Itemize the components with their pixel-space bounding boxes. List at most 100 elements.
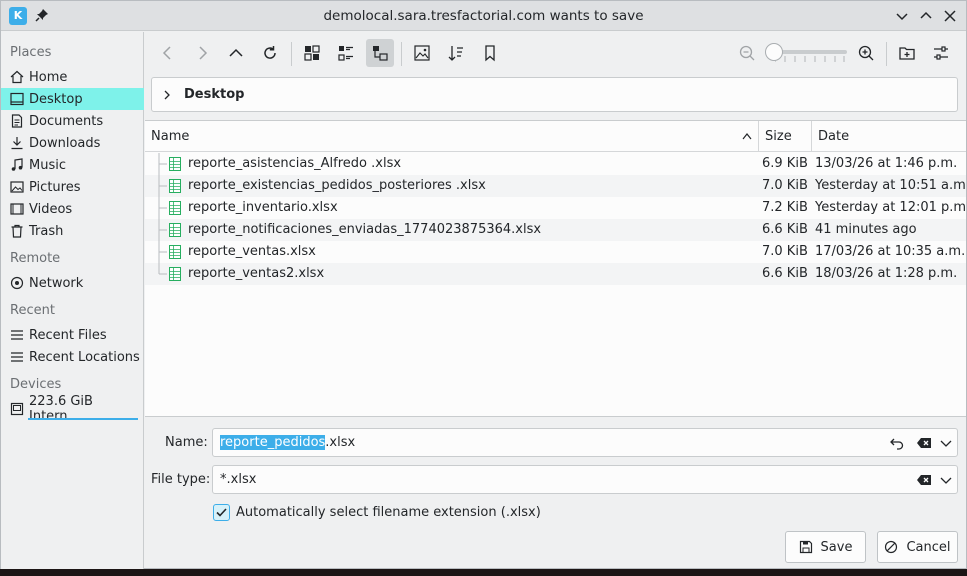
sidebar-item-label: Trash	[29, 223, 64, 239]
bookmark-icon	[485, 45, 495, 62]
file-size: 6.9 KiB	[762, 156, 808, 171]
file-date: 18/03/26 at 1:28 p.m.	[815, 266, 958, 281]
file-name: reporte_existencias_pedidos_posteriores …	[188, 178, 486, 193]
network-icon	[10, 276, 24, 290]
table-row[interactable]: reporte_asistencias_Alfredo .xlsx 6.9 KiB…	[145, 153, 966, 175]
minimize-icon[interactable]	[893, 7, 911, 25]
tree-line	[158, 197, 167, 219]
clear-text-icon[interactable]	[916, 435, 932, 451]
file-name: reporte_inventario.xlsx	[188, 200, 338, 215]
column-header-name[interactable]: Name	[151, 129, 189, 144]
filename-value[interactable]: reporte_pedidos.xlsx	[220, 435, 355, 450]
file-size: 6.6 KiB	[762, 222, 808, 237]
chevron-right-icon[interactable]	[162, 90, 172, 100]
forward-button[interactable]	[188, 39, 216, 67]
file-type-label: File type:	[151, 472, 211, 487]
maximize-icon[interactable]	[917, 7, 935, 25]
compact-view-button[interactable]	[332, 39, 360, 67]
sidebar-item-documents[interactable]: Documents	[1, 110, 144, 132]
toolbar-separator	[401, 42, 402, 66]
sidebar-section-recent: Recent	[10, 303, 55, 318]
file-name: reporte_asistencias_Alfredo .xlsx	[188, 156, 402, 171]
table-row[interactable]: reporte_existencias_pedidos_posteriores …	[145, 175, 967, 197]
icons-view-button[interactable]	[298, 39, 326, 67]
new-folder-button[interactable]	[893, 39, 921, 67]
table-row[interactable]: reporte_inventario.xlsx 7.2 KiB Yesterday …	[145, 197, 967, 219]
column-separator[interactable]	[811, 121, 812, 152]
back-button[interactable]	[154, 39, 182, 67]
file-size: 7.0 KiB	[762, 178, 808, 193]
zoom-slider-ticks	[775, 56, 845, 62]
tree-view-button[interactable]	[366, 39, 394, 67]
breadcrumb-current[interactable]: Desktop	[184, 87, 244, 102]
sidebar-item-label: Documents	[29, 113, 104, 129]
tree-line	[158, 175, 167, 197]
zoom-slider-handle[interactable]	[765, 43, 783, 61]
tree-view-icon	[373, 46, 388, 61]
settings-sliders-icon	[934, 46, 948, 60]
auto-extension-checkbox[interactable]	[213, 504, 230, 521]
zoom-in-button[interactable]	[852, 39, 880, 67]
save-dialog: K demolocal.sara.tresfactorial.com wants…	[0, 0, 967, 569]
filename-input[interactable]: reporte_pedidos.xlsx	[212, 428, 958, 457]
sidebar-item-pictures[interactable]: Pictures	[1, 176, 144, 198]
document-icon	[11, 114, 23, 128]
compact-view-icon	[338, 46, 353, 61]
cancel-button[interactable]: Cancel	[877, 531, 958, 563]
undo-icon[interactable]	[889, 435, 905, 451]
table-row[interactable]: reporte_ventas.xlsx 7.0 KiB 17/03/26 at 10…	[145, 241, 966, 263]
sort-ascending-icon	[742, 133, 752, 140]
sidebar-item-music[interactable]: Music	[1, 154, 144, 176]
parent-folder-button[interactable]	[222, 39, 250, 67]
location-breadcrumb[interactable]: Desktop	[151, 77, 958, 112]
auto-extension-label[interactable]: Automatically select filename extension …	[236, 505, 541, 520]
close-icon[interactable]	[941, 7, 959, 25]
tree-line	[158, 219, 167, 241]
filename-selected-text: reporte_pedidos	[220, 435, 326, 450]
sidebar-item-home[interactable]: Home	[1, 66, 144, 88]
sidebar-item-desktop[interactable]: Desktop	[1, 88, 144, 110]
sort-button[interactable]	[442, 39, 470, 67]
sidebar-section-places: Places	[10, 45, 52, 60]
save-icon	[799, 540, 812, 554]
download-icon	[11, 137, 23, 150]
bookmark-button[interactable]	[476, 39, 504, 67]
reload-button[interactable]	[256, 39, 284, 67]
sidebar-item-recent-files[interactable]: Recent Files	[1, 324, 144, 346]
file-type-select[interactable]: *.xlsx	[212, 465, 958, 494]
sidebar-item-recent-locations[interactable]: Recent Locations	[1, 346, 144, 368]
sidebar-section-remote: Remote	[10, 251, 61, 266]
file-list: Name Size Date reporte_asistencias_Alfre…	[145, 120, 967, 417]
zoom-out-button[interactable]	[733, 39, 761, 67]
arrow-up-icon	[229, 48, 243, 57]
sidebar-item-downloads[interactable]: Downloads	[1, 132, 144, 154]
sidebar-item-label: Pictures	[29, 179, 81, 195]
home-icon	[10, 70, 24, 84]
file-date: 13/03/26 at 1:46 p.m.	[815, 156, 958, 171]
chevron-down-icon[interactable]	[938, 435, 954, 451]
file-type-value: *.xlsx	[220, 472, 257, 487]
grid-view-icon	[304, 45, 320, 61]
window-title: demolocal.sara.tresfactorial.com wants t…	[323, 8, 644, 24]
preview-button[interactable]	[408, 39, 436, 67]
sidebar-item-label: Network	[29, 275, 84, 291]
sidebar-item-network[interactable]: Network	[1, 272, 144, 294]
desktop-background	[0, 569, 967, 576]
chevron-down-icon[interactable]	[938, 472, 954, 488]
sidebar-item-internal-drive[interactable]: 223.6 GiB Intern...	[1, 394, 144, 424]
reload-icon	[264, 46, 276, 59]
column-header-size[interactable]: Size	[765, 129, 792, 144]
options-button[interactable]	[927, 39, 955, 67]
table-row[interactable]: reporte_notificaciones_enviadas_17740238…	[145, 219, 966, 241]
sidebar-item-videos[interactable]: Videos	[1, 198, 144, 220]
table-row[interactable]: reporte_ventas2.xlsx 6.6 KiB 18/03/26 at 1…	[145, 263, 966, 285]
save-button[interactable]: Save	[785, 531, 866, 563]
sidebar-item-trash[interactable]: Trash	[1, 220, 144, 242]
column-separator[interactable]	[758, 121, 759, 152]
main-area: Desktop Name Size Date reporte_asistenci…	[145, 32, 967, 569]
tree-line	[158, 241, 167, 263]
clear-text-icon[interactable]	[916, 472, 932, 488]
toolbar-separator	[291, 42, 292, 66]
column-header-date[interactable]: Date	[818, 129, 849, 144]
music-note-icon	[11, 158, 23, 171]
